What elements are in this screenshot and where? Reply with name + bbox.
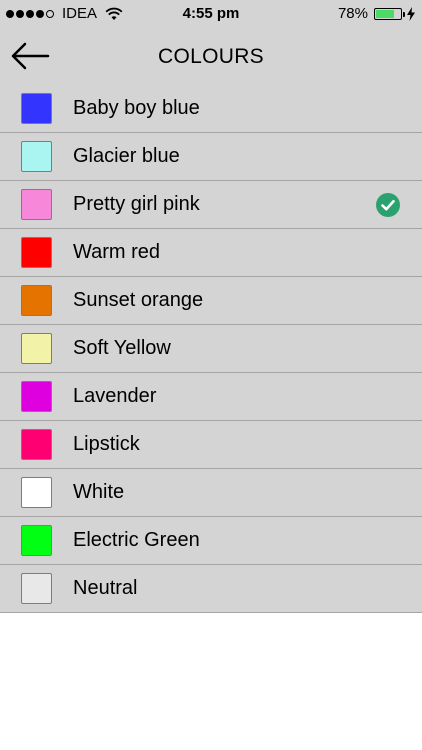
colour-label: Neutral bbox=[73, 577, 138, 599]
colour-label: Glacier blue bbox=[73, 145, 180, 167]
colour-label: Electric Green bbox=[73, 529, 200, 551]
colour-label: Lipstick bbox=[73, 433, 140, 455]
battery-icon bbox=[374, 7, 405, 20]
nav-bar: COLOURS bbox=[0, 28, 422, 85]
colour-label: Sunset orange bbox=[73, 289, 204, 311]
colour-swatch bbox=[21, 429, 52, 460]
colour-row[interactable]: Glacier blue bbox=[0, 133, 422, 181]
charging-bolt-icon bbox=[407, 6, 415, 21]
colour-row[interactable]: Electric Green bbox=[0, 517, 422, 565]
colour-row[interactable]: Lipstick bbox=[0, 421, 422, 469]
checkmark-icon bbox=[376, 193, 400, 217]
battery-percent: 78% bbox=[337, 5, 368, 22]
colour-list: Baby boy blue Glacier blue Pretty girl pin… bbox=[0, 85, 422, 613]
battery-level-fill bbox=[376, 9, 395, 18]
colour-swatch bbox=[21, 285, 52, 316]
colour-row[interactable]: Pretty girl pink bbox=[0, 181, 422, 229]
colour-swatch bbox=[21, 381, 52, 412]
colour-row[interactable]: Neutral bbox=[0, 565, 422, 613]
colour-label: Pretty girl pink bbox=[73, 193, 200, 215]
colour-swatch bbox=[21, 141, 52, 172]
colour-swatch bbox=[21, 573, 52, 604]
colour-label: White bbox=[73, 481, 125, 503]
status-right: 78% bbox=[338, 5, 416, 22]
colour-label: Soft Yellow bbox=[73, 337, 171, 359]
colour-row[interactable]: Soft Yellow bbox=[0, 325, 422, 373]
colour-label: Warm red bbox=[73, 241, 161, 263]
colour-row[interactable]: Baby boy blue bbox=[0, 85, 422, 133]
colour-row[interactable]: Lavender bbox=[0, 373, 422, 421]
colour-row[interactable]: Warm red bbox=[0, 229, 422, 277]
colour-row[interactable]: Sunset orange bbox=[0, 277, 422, 325]
colour-swatch bbox=[21, 333, 52, 364]
colour-swatch bbox=[21, 477, 52, 508]
page-title: COLOURS bbox=[158, 45, 264, 68]
colour-swatch bbox=[21, 189, 52, 220]
colour-label: Lavender bbox=[73, 385, 157, 407]
colour-swatch bbox=[21, 525, 52, 556]
colour-swatch bbox=[21, 93, 52, 124]
status-bar: IDEA 4:55 pm 78% bbox=[0, 0, 422, 28]
colour-row[interactable]: White bbox=[0, 469, 422, 517]
colour-swatch bbox=[21, 237, 52, 268]
colour-label: Baby boy blue bbox=[73, 97, 200, 119]
